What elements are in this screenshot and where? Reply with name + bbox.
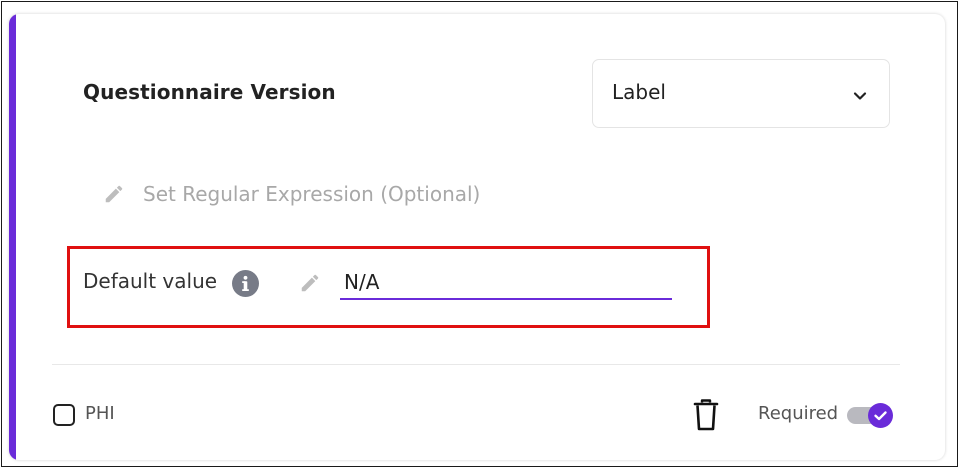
trash-icon[interactable] bbox=[693, 398, 719, 432]
phi-checkbox[interactable] bbox=[53, 404, 75, 426]
pencil-icon bbox=[301, 274, 319, 292]
toggle-thumb bbox=[868, 403, 893, 428]
set-regex-label: Set Regular Expression (Optional) bbox=[143, 182, 481, 206]
phi-label: PHI bbox=[85, 403, 115, 424]
field-type-selected-value: Label bbox=[612, 80, 666, 104]
set-regex-button[interactable]: Set Regular Expression (Optional) bbox=[103, 179, 480, 209]
field-title: Questionnaire Version bbox=[83, 80, 336, 104]
info-icon[interactable] bbox=[232, 270, 259, 297]
required-label: Required bbox=[758, 403, 839, 424]
card-accent-bar bbox=[9, 14, 16, 460]
default-value-input[interactable] bbox=[340, 266, 672, 300]
check-icon bbox=[874, 411, 887, 421]
default-value-label: Default value bbox=[83, 269, 218, 293]
field-type-select[interactable]: Label bbox=[592, 59, 890, 128]
chevron-down-icon bbox=[853, 92, 867, 100]
footer-divider bbox=[52, 364, 900, 365]
required-toggle[interactable] bbox=[845, 403, 893, 428]
pencil-icon bbox=[105, 185, 123, 203]
question-card: Questionnaire Version Label Set Regular … bbox=[9, 14, 945, 460]
